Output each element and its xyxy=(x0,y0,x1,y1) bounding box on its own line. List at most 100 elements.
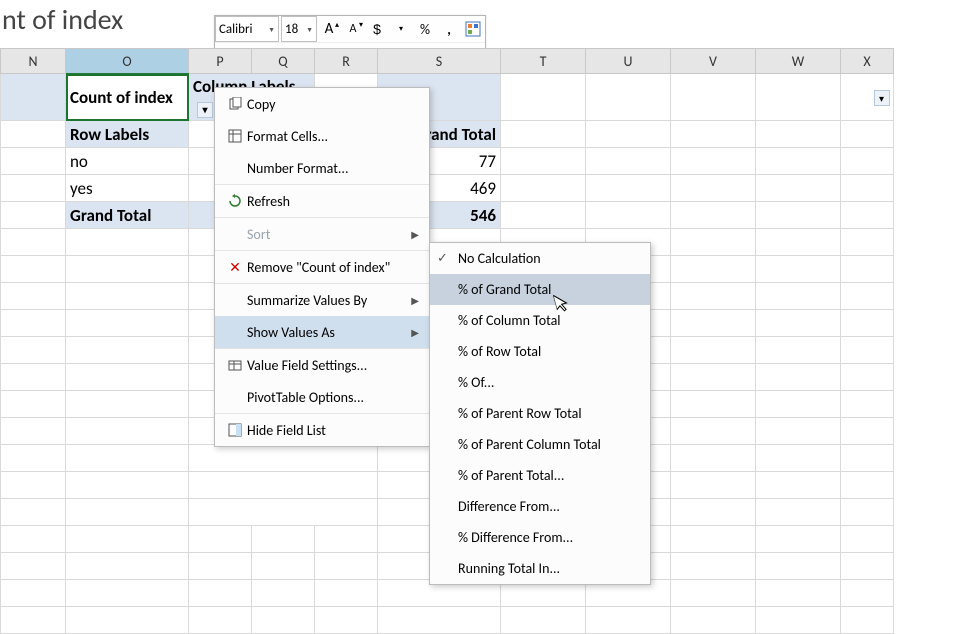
cell[interactable] xyxy=(841,580,894,607)
cell[interactable] xyxy=(841,283,894,310)
cell[interactable] xyxy=(841,256,894,283)
cell[interactable] xyxy=(586,121,671,148)
cell[interactable] xyxy=(756,445,841,472)
cell[interactable] xyxy=(841,526,894,553)
cell[interactable] xyxy=(756,580,841,607)
pivot-row-labels[interactable]: Row Labels xyxy=(66,121,189,148)
cell[interactable] xyxy=(586,607,671,634)
cell[interactable] xyxy=(501,74,586,121)
submenu-parent-total[interactable]: % of Parent Total... xyxy=(430,460,650,491)
cell[interactable] xyxy=(756,499,841,526)
cell[interactable] xyxy=(1,472,66,499)
submenu-of[interactable]: % Of... xyxy=(430,367,650,398)
cell[interactable] xyxy=(1,391,66,418)
cell[interactable] xyxy=(66,499,189,526)
menu-remove[interactable]: ✕ Remove "Count of index" xyxy=(215,250,429,283)
cell[interactable] xyxy=(756,148,841,175)
cell[interactable] xyxy=(189,607,252,634)
increase-font-icon[interactable]: A▴ xyxy=(318,18,340,40)
cell[interactable] xyxy=(252,553,315,580)
cell[interactable] xyxy=(671,121,756,148)
cell[interactable] xyxy=(671,229,756,256)
cell[interactable] xyxy=(671,472,756,499)
cell[interactable] xyxy=(756,283,841,310)
cell[interactable] xyxy=(841,391,894,418)
cell[interactable] xyxy=(671,74,756,121)
cell[interactable] xyxy=(1,553,66,580)
cell[interactable] xyxy=(1,256,66,283)
cell[interactable] xyxy=(671,148,756,175)
cell[interactable] xyxy=(66,526,189,553)
menu-sort[interactable]: Sort ▶ xyxy=(215,217,429,250)
cell[interactable] xyxy=(1,445,66,472)
cell[interactable] xyxy=(315,580,378,607)
menu-number-format[interactable]: Number Format... xyxy=(215,152,429,184)
cell[interactable] xyxy=(1,283,66,310)
cell[interactable] xyxy=(756,553,841,580)
conditional-format-icon[interactable] xyxy=(462,18,484,40)
cell[interactable] xyxy=(671,310,756,337)
comma-format-icon[interactable]: , xyxy=(438,18,460,40)
cell[interactable] xyxy=(671,607,756,634)
cell[interactable] xyxy=(841,418,894,445)
submenu-running-total[interactable]: Running Total In... xyxy=(430,553,650,584)
filter-dropdown-icon[interactable]: ▾ xyxy=(874,90,890,106)
cell[interactable] xyxy=(66,580,189,607)
cell[interactable] xyxy=(1,148,66,175)
cell[interactable] xyxy=(66,229,189,256)
menu-show-values-as[interactable]: Show Values As ▶ xyxy=(215,316,429,348)
cell[interactable] xyxy=(756,175,841,202)
submenu-difference[interactable]: Difference From... xyxy=(430,491,650,522)
menu-summarize[interactable]: Summarize Values By ▶ xyxy=(215,283,429,316)
percent-arrow-icon[interactable]: ▾ xyxy=(390,18,412,40)
cell[interactable] xyxy=(756,74,841,121)
cell[interactable]: ▾ xyxy=(1,74,66,121)
cell[interactable] xyxy=(66,337,189,364)
font-size-select[interactable]: 18▼ xyxy=(281,16,317,42)
cell[interactable] xyxy=(671,364,756,391)
cell[interactable] xyxy=(756,364,841,391)
cell[interactable] xyxy=(66,472,189,499)
percent-format-icon[interactable]: % xyxy=(414,18,436,40)
cell[interactable] xyxy=(189,526,252,553)
menu-refresh[interactable]: Refresh xyxy=(215,184,429,217)
cell[interactable] xyxy=(756,202,841,229)
cell[interactable] xyxy=(756,526,841,553)
cell[interactable] xyxy=(756,229,841,256)
cell[interactable] xyxy=(671,580,756,607)
cell[interactable] xyxy=(1,175,66,202)
cell[interactable] xyxy=(841,364,894,391)
col-header-W[interactable]: W xyxy=(756,49,841,74)
col-header-V[interactable]: V xyxy=(671,49,756,74)
pivot-row-no[interactable]: no xyxy=(66,148,189,175)
cell[interactable] xyxy=(501,202,586,229)
cell[interactable] xyxy=(756,310,841,337)
cell[interactable] xyxy=(66,391,189,418)
menu-value-field-settings[interactable]: Value Field Settings... xyxy=(215,348,429,381)
menu-copy[interactable]: Copy xyxy=(215,88,429,120)
col-header-O[interactable]: O xyxy=(66,49,189,74)
pivot-grand-total-row[interactable]: Grand Total xyxy=(66,202,189,229)
cell[interactable] xyxy=(841,148,894,175)
cell[interactable] xyxy=(1,580,66,607)
submenu-no-calculation[interactable]: ✓No Calculation xyxy=(430,243,650,274)
cell[interactable] xyxy=(586,202,671,229)
cell[interactable] xyxy=(756,256,841,283)
cell[interactable] xyxy=(841,202,894,229)
cell[interactable] xyxy=(315,553,378,580)
cell[interactable] xyxy=(1,607,66,634)
cell[interactable] xyxy=(378,607,501,634)
cell[interactable] xyxy=(501,175,586,202)
cell[interactable] xyxy=(756,418,841,445)
cell[interactable] xyxy=(671,283,756,310)
col-header-P[interactable]: P xyxy=(189,49,252,74)
col-header-S[interactable]: S xyxy=(378,49,501,74)
cell[interactable] xyxy=(841,445,894,472)
menu-hide-field-list[interactable]: Hide Field List xyxy=(215,413,429,446)
pivot-row-yes[interactable]: yes xyxy=(66,175,189,202)
cell[interactable] xyxy=(252,607,315,634)
cell[interactable] xyxy=(756,391,841,418)
cell[interactable] xyxy=(841,607,894,634)
cell[interactable] xyxy=(756,472,841,499)
cell[interactable] xyxy=(841,553,894,580)
